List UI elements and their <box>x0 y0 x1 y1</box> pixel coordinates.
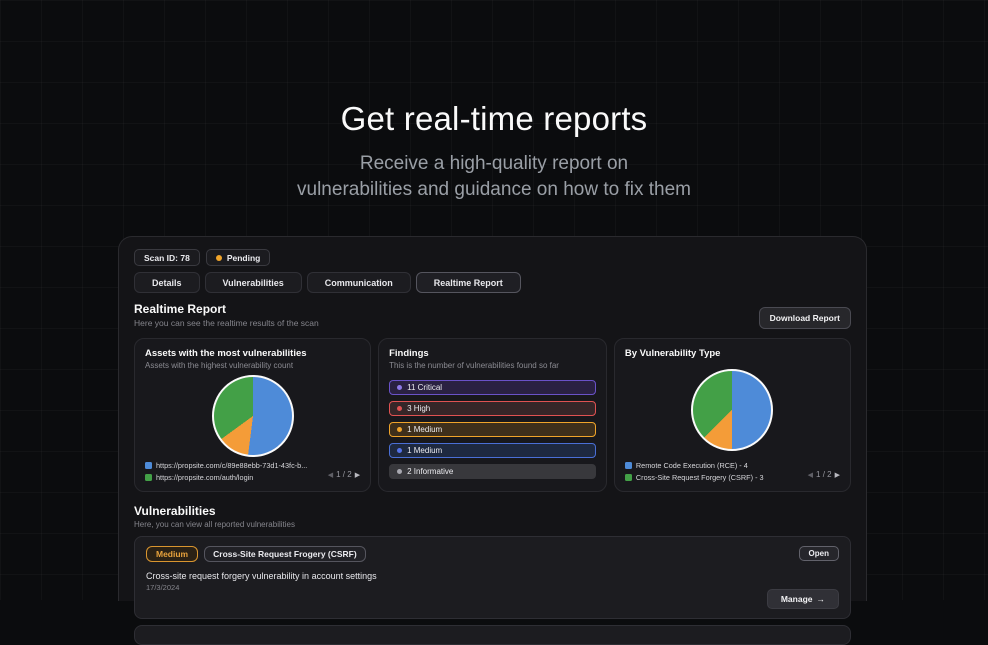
scan-badge-row: Scan ID: 78 Pending <box>134 249 851 266</box>
next-page-icon[interactable]: ▶ <box>835 471 840 479</box>
by-type-card: By Vulnerability Type Remote Code Execut… <box>613 338 851 492</box>
tab-vulnerabilities[interactable]: Vulnerabilities <box>204 272 302 293</box>
by-type-card-title: By Vulnerability Type <box>624 348 721 359</box>
finding-row-high[interactable]: 3 High <box>389 401 596 416</box>
hero-section: Get real-time reports Receive a high-qua… <box>0 0 988 203</box>
vulnerabilities-header: Vulnerabilities Here, you can view all r… <box>134 504 851 529</box>
realtime-report-header: Realtime Report Here you can see the rea… <box>134 302 851 329</box>
severity-badge: Medium <box>146 546 199 562</box>
page-subtitle-line2: vulnerabilities and guidance on how to f… <box>297 179 691 201</box>
legend-item: https://propsite.com/auth/login <box>145 473 307 482</box>
scan-report-panel: Scan ID: 78 Pending Details Vulnerabilit… <box>118 236 867 645</box>
scan-id-label: Scan ID: 78 <box>144 252 190 263</box>
vulnerability-description: Cross-site request forgery vulnerability… <box>146 571 377 581</box>
legend-swatch <box>624 474 632 481</box>
vulnerability-card: Medium Cross-Site Request Frogery (CSRF)… <box>134 536 851 619</box>
assets-card-title: Assets with the most vulnerabilities <box>145 348 307 359</box>
tab-details[interactable]: Details <box>134 272 200 293</box>
finding-row-medium-blue[interactable]: 1 Medium <box>389 443 596 458</box>
finding-rows: 11 Critical 3 High 1 Medium 1 Medium 2 I… <box>389 380 596 479</box>
by-type-pie-wrap <box>625 359 840 461</box>
tab-bar: Details Vulnerabilities Communication Re… <box>134 272 851 293</box>
assets-card-footer: https://propsite.com/c/89e88ebb-73d1-43f… <box>145 461 360 482</box>
page-title: Get real-time reports <box>340 100 648 137</box>
severity-dot-icon <box>397 448 403 453</box>
status-dot-icon <box>215 254 222 261</box>
vulnerability-card-partial <box>134 625 851 645</box>
findings-card: Findings This is the number of vulnerabi… <box>378 338 607 492</box>
severity-dot-icon <box>397 469 403 474</box>
arrow-right-icon: → <box>816 594 826 604</box>
status-open-badge: Open <box>798 546 839 561</box>
tab-communication[interactable]: Communication <box>306 272 411 293</box>
assets-card-subtitle: Assets with the highest vulnerability co… <box>145 361 294 370</box>
page-subtitle-line1: Receive a high-quality report on <box>359 153 629 174</box>
page-indicator: 1 / 2 <box>816 470 832 479</box>
vulnerabilities-title: Vulnerabilities <box>134 504 216 518</box>
by-type-pagination: ◀ 1 / 2 ▶ <box>808 470 840 482</box>
legend-item: Cross-Site Request Forgery (CSRF) - 3 <box>624 473 764 482</box>
manage-button[interactable]: Manage → <box>766 589 839 609</box>
tab-realtime-report[interactable]: Realtime Report <box>415 272 521 293</box>
findings-card-title: Findings <box>389 348 429 359</box>
finding-row-medium[interactable]: 1 Medium <box>389 422 596 437</box>
vulnerabilities-subtitle: Here, you can view all reported vulnerab… <box>134 520 295 529</box>
finding-label: 1 Medium <box>407 446 443 455</box>
report-cards: Assets with the most vulnerabilities Ass… <box>134 338 851 492</box>
by-type-card-footer: Remote Code Execution (RCE) - 4 Cross-Si… <box>624 461 840 482</box>
prev-page-icon[interactable]: ◀ <box>808 471 813 479</box>
prev-page-icon[interactable]: ◀ <box>328 471 333 479</box>
legend-item: https://propsite.com/c/89e88ebb-73d1-43f… <box>145 461 307 470</box>
legend-swatch <box>145 462 152 469</box>
vulnerability-type-badge: Cross-Site Request Frogery (CSRF) <box>204 546 366 562</box>
next-page-icon[interactable]: ▶ <box>355 471 360 479</box>
by-type-pie-chart <box>691 369 774 451</box>
assets-legend: https://propsite.com/c/89e88ebb-73d1-43f… <box>145 461 307 482</box>
section-title: Realtime Report <box>134 302 227 316</box>
manage-button-label: Manage <box>780 594 813 604</box>
legend-label: Remote Code Execution (RCE) - 4 <box>635 461 748 470</box>
finding-row-critical[interactable]: 11 Critical <box>389 380 596 395</box>
finding-label: 3 High <box>407 404 431 413</box>
vulnerability-date: 17/3/2024 <box>146 583 180 592</box>
section-subtitle: Here you can see the realtime results of… <box>134 318 319 328</box>
finding-label: 2 Informative <box>407 467 454 476</box>
severity-dot-icon <box>397 427 403 432</box>
legend-label: Cross-Site Request Forgery (CSRF) - 3 <box>635 473 764 482</box>
assets-pie-chart <box>211 374 294 457</box>
finding-row-informative[interactable]: 2 Informative <box>389 464 596 479</box>
legend-item: Remote Code Execution (RCE) - 4 <box>624 461 764 470</box>
by-type-legend: Remote Code Execution (RCE) - 4 Cross-Si… <box>624 461 764 482</box>
legend-label: https://propsite.com/c/89e88ebb-73d1-43f… <box>156 461 308 470</box>
severity-dot-icon <box>397 385 403 390</box>
legend-swatch <box>624 462 632 469</box>
finding-label: 1 Medium <box>407 425 443 434</box>
status-badge: Pending <box>205 249 271 266</box>
legend-swatch <box>145 474 152 481</box>
finding-label: 11 Critical <box>407 383 443 392</box>
vulnerability-badges: Medium Cross-Site Request Frogery (CSRF) <box>146 546 839 562</box>
page-indicator: 1 / 2 <box>336 470 352 479</box>
findings-card-subtitle: This is the number of vulnerabilities fo… <box>389 361 559 370</box>
download-report-button[interactable]: Download Report <box>758 307 851 329</box>
severity-dot-icon <box>397 406 403 411</box>
assets-pie-wrap <box>145 370 360 461</box>
scan-id-badge: Scan ID: 78 <box>134 249 200 266</box>
page-subtitle: Receive a high-quality report on vulnera… <box>0 151 988 203</box>
status-label: Pending <box>226 252 261 263</box>
assets-pagination: ◀ 1 / 2 ▶ <box>328 470 360 482</box>
legend-label: https://propsite.com/auth/login <box>156 473 254 482</box>
assets-card: Assets with the most vulnerabilities Ass… <box>134 338 372 492</box>
